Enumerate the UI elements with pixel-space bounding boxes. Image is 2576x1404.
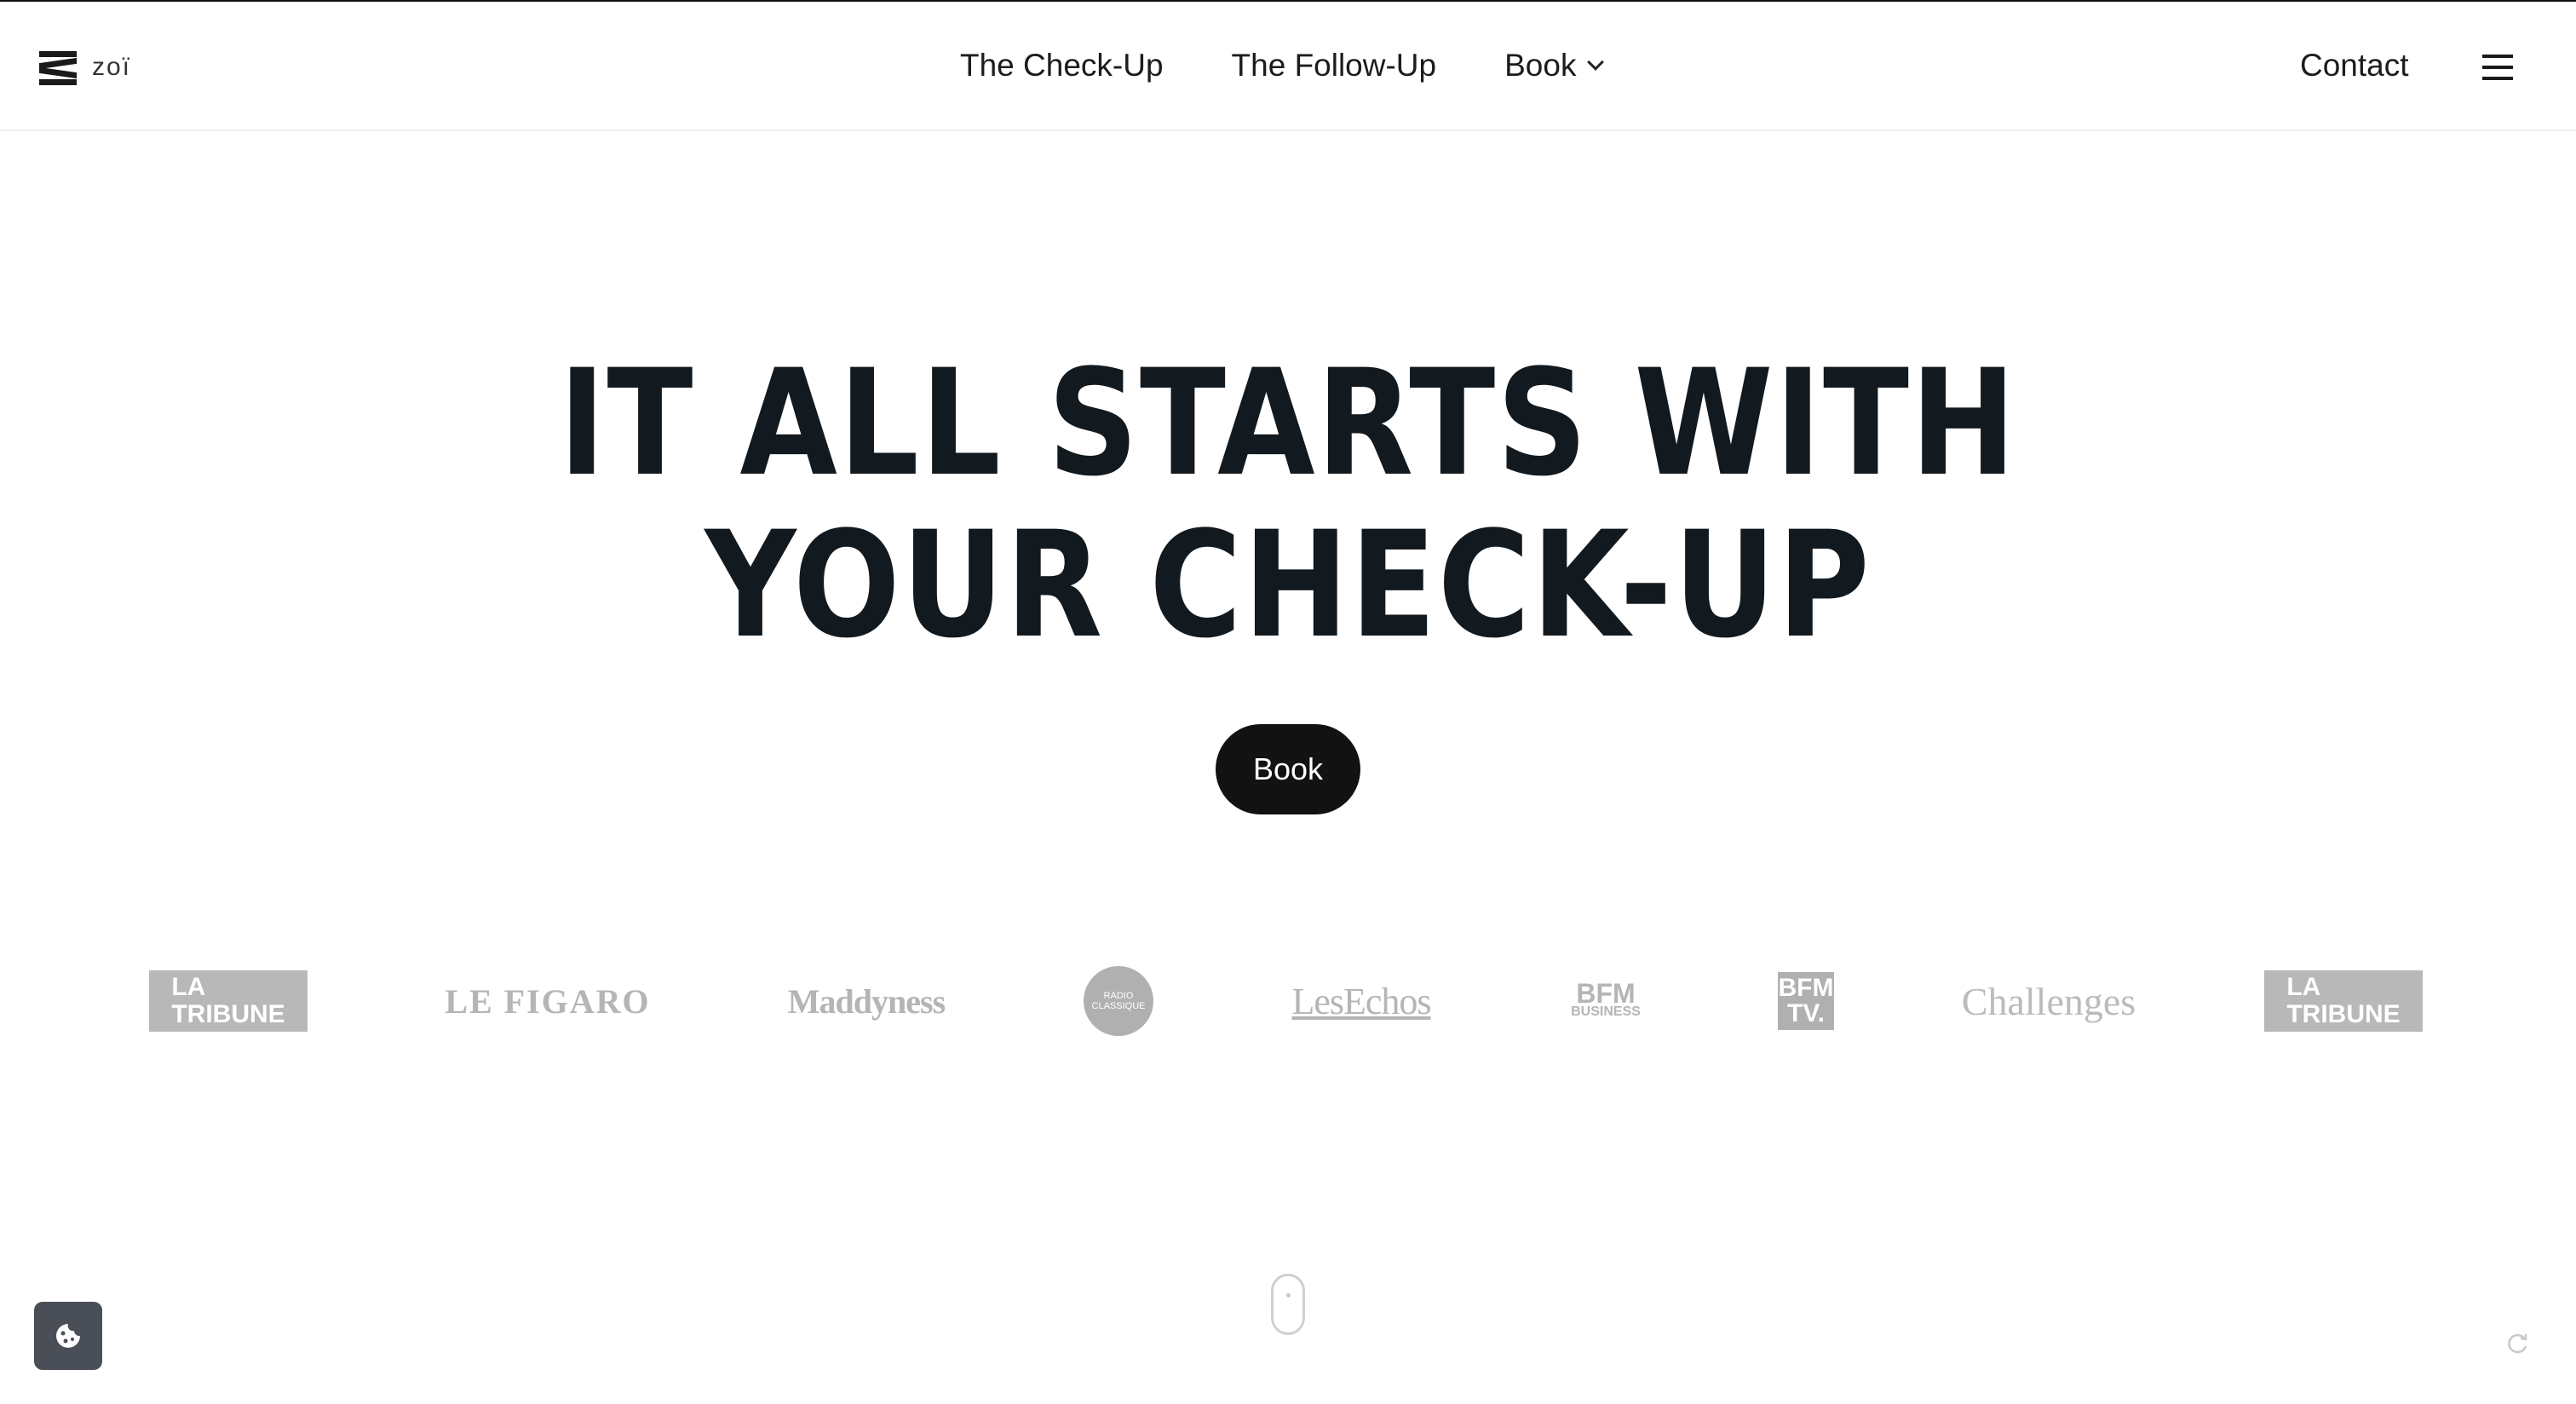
- refresh-icon-svg: [2508, 1333, 2527, 1354]
- logo-text-line: CLASSIQUE: [1091, 1001, 1146, 1011]
- nav-link-follow-up[interactable]: The Follow-Up: [1232, 48, 1437, 83]
- hamburger-menu-icon[interactable]: [2482, 55, 2513, 80]
- logo-text: zoï: [92, 53, 132, 81]
- nav-book-label: Book: [1504, 48, 1577, 83]
- home-logo-link[interactable]: zoï: [39, 49, 131, 85]
- book-button[interactable]: Book: [1216, 724, 1360, 814]
- logo-text-line: BFM: [1576, 978, 1636, 1009]
- press-logo-les-echos: LesEchos: [1291, 980, 1431, 1022]
- cookie-settings-button[interactable]: [34, 1302, 102, 1370]
- scroll-mouse-icon[interactable]: [1271, 1274, 1305, 1335]
- strip-fade-left: [0, 937, 136, 1065]
- hero-title-line-1: IT ALL STARTS WITH: [558, 337, 2018, 509]
- press-logo-challenges: Challenges: [1961, 979, 2136, 1023]
- refresh-icon[interactable]: [2504, 1331, 2530, 1356]
- press-logo-le-figaro: LE FIGARO: [445, 981, 651, 1021]
- press-logo-maddyness: Maddyness: [787, 981, 946, 1021]
- strip-fade-right: [2440, 937, 2576, 1065]
- logo-text-line: TRIBUNE: [171, 1000, 285, 1028]
- press-logo-la-tribune: LA TRIBUNE: [149, 970, 308, 1032]
- logo-text-line: LA: [2286, 973, 2321, 1001]
- nav-link-check-up[interactable]: The Check-Up: [960, 48, 1164, 83]
- logo-text-line: LA: [171, 973, 206, 1001]
- hero-title: IT ALL STARTS WITH YOUR CHECK-UP: [181, 342, 2396, 666]
- hero-title-line-2: YOUR CHECK-UP: [704, 499, 1872, 670]
- main-nav: The Check-Up The Follow-Up Book: [960, 48, 1605, 83]
- press-logo-bfm-business: BFM BUSINESS: [1571, 946, 1641, 1056]
- zoi-logo-icon: [39, 49, 77, 85]
- contact-link[interactable]: Contact: [2300, 48, 2409, 83]
- scroll-mouse-dot: [1286, 1293, 1291, 1298]
- nav-dropdown-book[interactable]: Book: [1504, 48, 1605, 83]
- logo-text-line: BUSINESS: [1571, 1004, 1641, 1019]
- press-logo-radio-classique: RADIO CLASSIQUE: [1084, 966, 1153, 1036]
- logo-text-line: TV.: [1787, 999, 1825, 1027]
- logo-text-line: BFM: [1778, 974, 1834, 1002]
- press-logo-strip: LA TRIBUNE LE FIGARO Maddyness RADIO CLASS…: [0, 946, 2576, 1056]
- chevron-down-icon: [1587, 54, 1605, 71]
- press-logo-la-tribune: LA TRIBUNE: [2264, 970, 2423, 1032]
- site-header: zoï The Check-Up The Follow-Up Book Cont…: [0, 2, 2576, 131]
- logo-text-line: TRIBUNE: [2286, 1000, 2401, 1028]
- cookie-icon: [56, 1324, 80, 1348]
- press-logo-bfm-tv: BFM TV.: [1778, 972, 1834, 1030]
- logo-text-line: RADIO: [1103, 991, 1134, 1001]
